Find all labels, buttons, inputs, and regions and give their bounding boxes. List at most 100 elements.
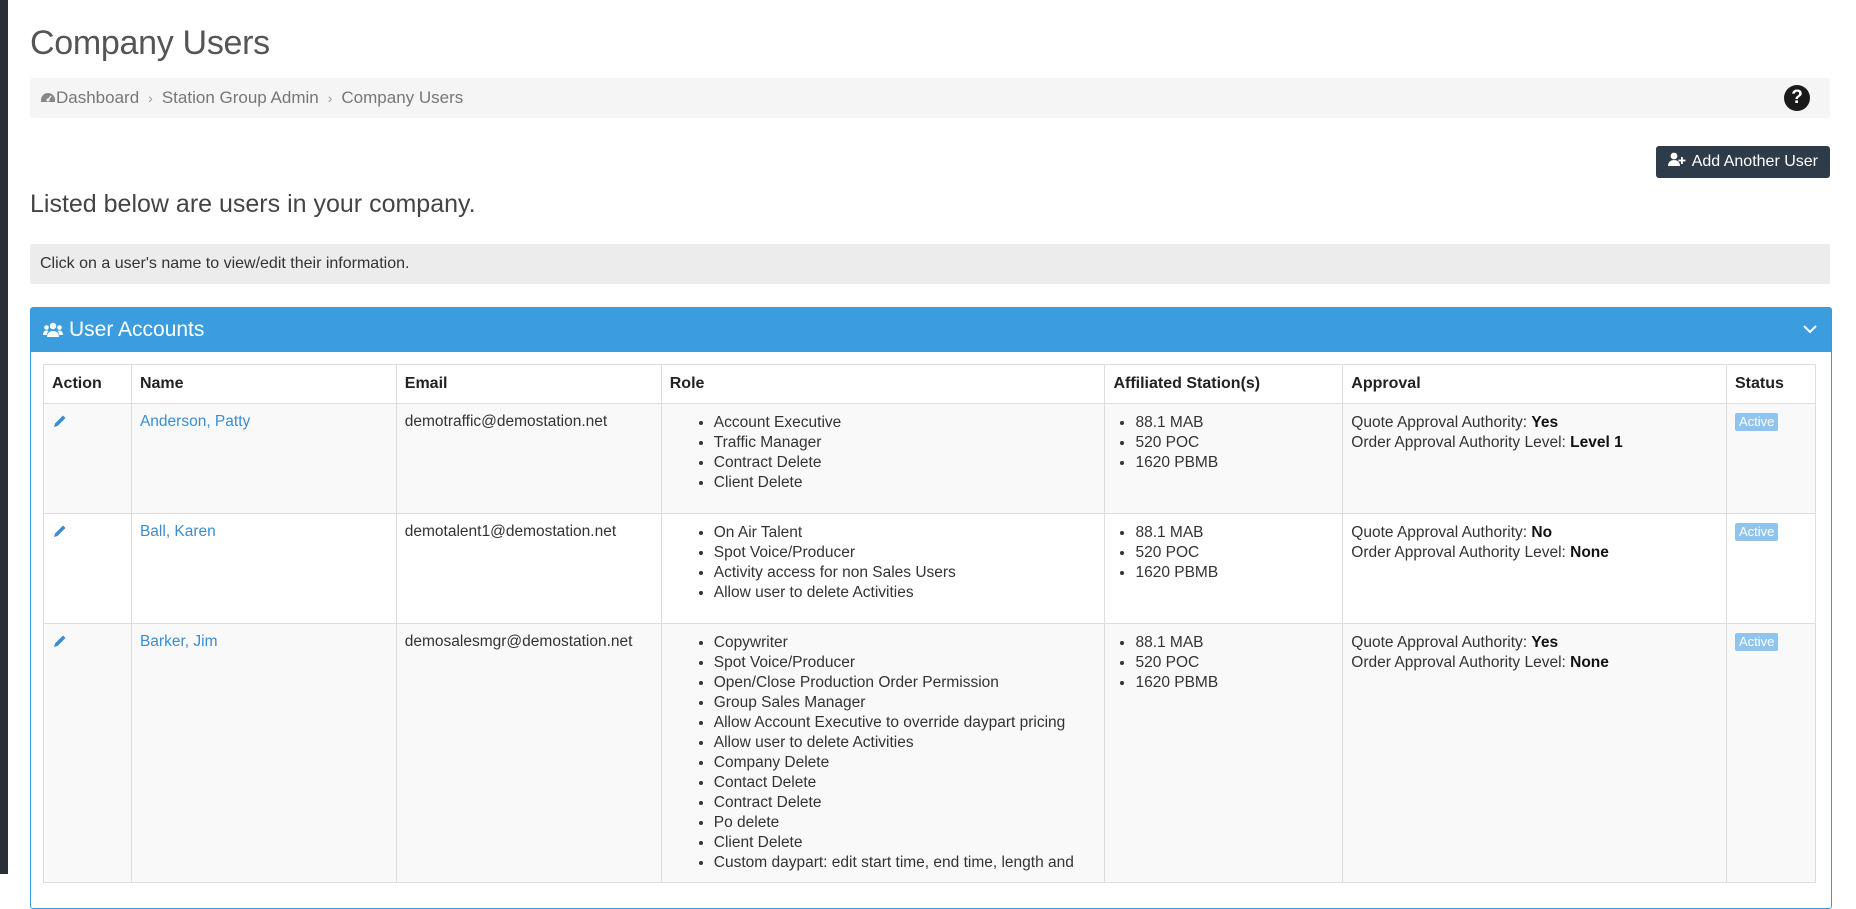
station-item: 520 POC bbox=[1135, 653, 1334, 673]
email-cell: demotraffic@demostation.net bbox=[395, 403, 662, 514]
role-item: Open/Close Production Order Permission bbox=[714, 673, 1097, 693]
pencil-icon[interactable] bbox=[52, 633, 68, 649]
stations-cell: 88.1 MAB 520 POC 1620 PBMB bbox=[1104, 403, 1344, 514]
station-item: 520 POC bbox=[1135, 543, 1334, 563]
action-cell bbox=[43, 513, 132, 624]
role-item: Contact Delete bbox=[714, 773, 1097, 793]
breadcrumb-separator-icon: › bbox=[327, 90, 333, 106]
action-cell bbox=[43, 403, 132, 514]
stations-cell: 88.1 MAB 520 POC 1620 PBMB bbox=[1104, 623, 1344, 883]
role-item: On Air Talent bbox=[714, 523, 1097, 543]
table-row: Anderson, Patty demotraffic@demostation.… bbox=[43, 403, 1817, 514]
intro-text: Listed below are users in your company. bbox=[30, 190, 476, 218]
breadcrumb: Dashboard › Station Group Admin › Compan… bbox=[30, 78, 1830, 118]
breadcrumb-separator-icon: › bbox=[148, 90, 153, 106]
station-item: 88.1 MAB bbox=[1135, 413, 1334, 433]
station-item: 88.1 MAB bbox=[1135, 633, 1334, 653]
hint-text: Click on a user's name to view/edit thei… bbox=[40, 255, 410, 272]
page-title: Company Users bbox=[30, 24, 270, 62]
name-cell: Ball, Karen bbox=[130, 513, 397, 624]
panel-title: User Accounts bbox=[69, 318, 205, 341]
station-item: 1620 PBMB bbox=[1135, 453, 1334, 473]
quote-approval-label: Quote Approval Authority: bbox=[1351, 634, 1532, 651]
role-cell: Copywriter Spot Voice/Producer Open/Clos… bbox=[660, 623, 1106, 883]
user-accounts-panel: User Accounts Action Name Email Role Aff… bbox=[30, 307, 1832, 909]
role-item: Allow user to delete Activities bbox=[714, 583, 1097, 603]
name-cell: Anderson, Patty bbox=[130, 403, 397, 514]
station-item: 1620 PBMB bbox=[1135, 563, 1334, 583]
left-sidebar-edge bbox=[0, 0, 8, 874]
table-row: Ball, Karen demotalent1@demostation.net … bbox=[43, 513, 1817, 624]
quote-approval-label: Quote Approval Authority: bbox=[1351, 414, 1532, 431]
status-badge: Active bbox=[1734, 523, 1779, 541]
status-badge: Active bbox=[1734, 413, 1779, 431]
users-table: Action Name Email Role Affiliated Statio… bbox=[43, 364, 1817, 883]
role-item: Spot Voice/Producer bbox=[714, 653, 1097, 673]
user-name-link[interactable]: Barker, Jim bbox=[140, 633, 218, 650]
role-cell: Account Executive Traffic Manager Contra… bbox=[660, 403, 1106, 514]
order-approval-label: Order Approval Authority Level: bbox=[1351, 544, 1571, 561]
add-user-label: Add Another User bbox=[1691, 153, 1818, 170]
status-cell: Active bbox=[1725, 403, 1817, 514]
column-header-status: Status bbox=[1725, 364, 1817, 404]
role-item: Client Delete bbox=[714, 833, 1097, 853]
breadcrumb-dashboard[interactable]: Dashboard bbox=[56, 88, 139, 108]
column-header-email: Email bbox=[395, 364, 662, 404]
quote-approval-value: Yes bbox=[1531, 634, 1559, 651]
order-approval-value: None bbox=[1570, 654, 1609, 671]
name-cell: Barker, Jim bbox=[130, 623, 397, 883]
column-header-name: Name bbox=[130, 364, 397, 404]
table-row: Barker, Jim demosalesmgr@demostation.net… bbox=[43, 623, 1817, 883]
table-header-row: Action Name Email Role Affiliated Statio… bbox=[43, 364, 1817, 404]
column-header-stations: Affiliated Station(s) bbox=[1104, 364, 1344, 404]
approval-cell: Quote Approval Authority: Yes Order Appr… bbox=[1342, 403, 1727, 514]
order-approval-label: Order Approval Authority Level: bbox=[1351, 434, 1571, 451]
chevron-down-icon[interactable] bbox=[1801, 320, 1819, 344]
role-item: Traffic Manager bbox=[714, 433, 1097, 453]
stations-cell: 88.1 MAB 520 POC 1620 PBMB bbox=[1104, 513, 1344, 624]
role-item: Contract Delete bbox=[714, 793, 1097, 813]
breadcrumb-station-group-admin[interactable]: Station Group Admin bbox=[162, 88, 319, 108]
role-item: Allow user to delete Activities bbox=[714, 733, 1097, 753]
role-item: Client Delete bbox=[714, 473, 1097, 493]
station-item: 1620 PBMB bbox=[1135, 673, 1334, 693]
column-header-role: Role bbox=[660, 364, 1106, 404]
user-name-link[interactable]: Ball, Karen bbox=[140, 523, 216, 540]
approval-cell: Quote Approval Authority: Yes Order Appr… bbox=[1342, 623, 1727, 883]
action-cell bbox=[43, 623, 132, 883]
role-item: Account Executive bbox=[714, 413, 1097, 433]
role-item: Custom daypart: edit start time, end tim… bbox=[714, 853, 1097, 873]
role-item: Allow Account Executive to override dayp… bbox=[714, 713, 1097, 733]
user-plus-icon bbox=[1667, 152, 1686, 172]
role-item: Po delete bbox=[714, 813, 1097, 833]
role-item: Contract Delete bbox=[714, 453, 1097, 473]
approval-cell: Quote Approval Authority: No Order Appro… bbox=[1342, 513, 1727, 624]
role-item: Copywriter bbox=[714, 633, 1097, 653]
role-item: Company Delete bbox=[714, 753, 1097, 773]
column-header-action: Action bbox=[43, 364, 132, 404]
role-item: Spot Voice/Producer bbox=[714, 543, 1097, 563]
order-approval-value: Level 1 bbox=[1570, 434, 1623, 451]
email-cell: demosalesmgr@demostation.net bbox=[395, 623, 662, 883]
station-item: 520 POC bbox=[1135, 433, 1334, 453]
dashboard-icon bbox=[40, 90, 56, 106]
breadcrumb-company-users: Company Users bbox=[341, 88, 464, 107]
order-approval-value: None bbox=[1570, 544, 1609, 561]
status-cell: Active bbox=[1725, 623, 1817, 883]
status-cell: Active bbox=[1725, 513, 1817, 624]
pencil-icon[interactable] bbox=[52, 413, 68, 429]
quote-approval-value: Yes bbox=[1531, 414, 1559, 431]
quote-approval-value: No bbox=[1531, 524, 1553, 541]
user-name-link[interactable]: Anderson, Patty bbox=[140, 413, 250, 430]
pencil-icon[interactable] bbox=[52, 523, 68, 539]
station-item: 88.1 MAB bbox=[1135, 523, 1334, 543]
status-badge: Active bbox=[1734, 633, 1779, 651]
question-circle-icon[interactable]: ? bbox=[1784, 85, 1810, 111]
info-hint: Click on a user's name to view/edit thei… bbox=[30, 244, 1830, 284]
add-user-button[interactable]: Add Another User bbox=[1655, 146, 1830, 178]
panel-header[interactable]: User Accounts bbox=[31, 308, 1831, 352]
role-item: Group Sales Manager bbox=[714, 693, 1097, 713]
role-cell: On Air Talent Spot Voice/Producer Activi… bbox=[660, 513, 1106, 624]
order-approval-label: Order Approval Authority Level: bbox=[1351, 654, 1571, 671]
quote-approval-label: Quote Approval Authority: bbox=[1351, 524, 1532, 541]
